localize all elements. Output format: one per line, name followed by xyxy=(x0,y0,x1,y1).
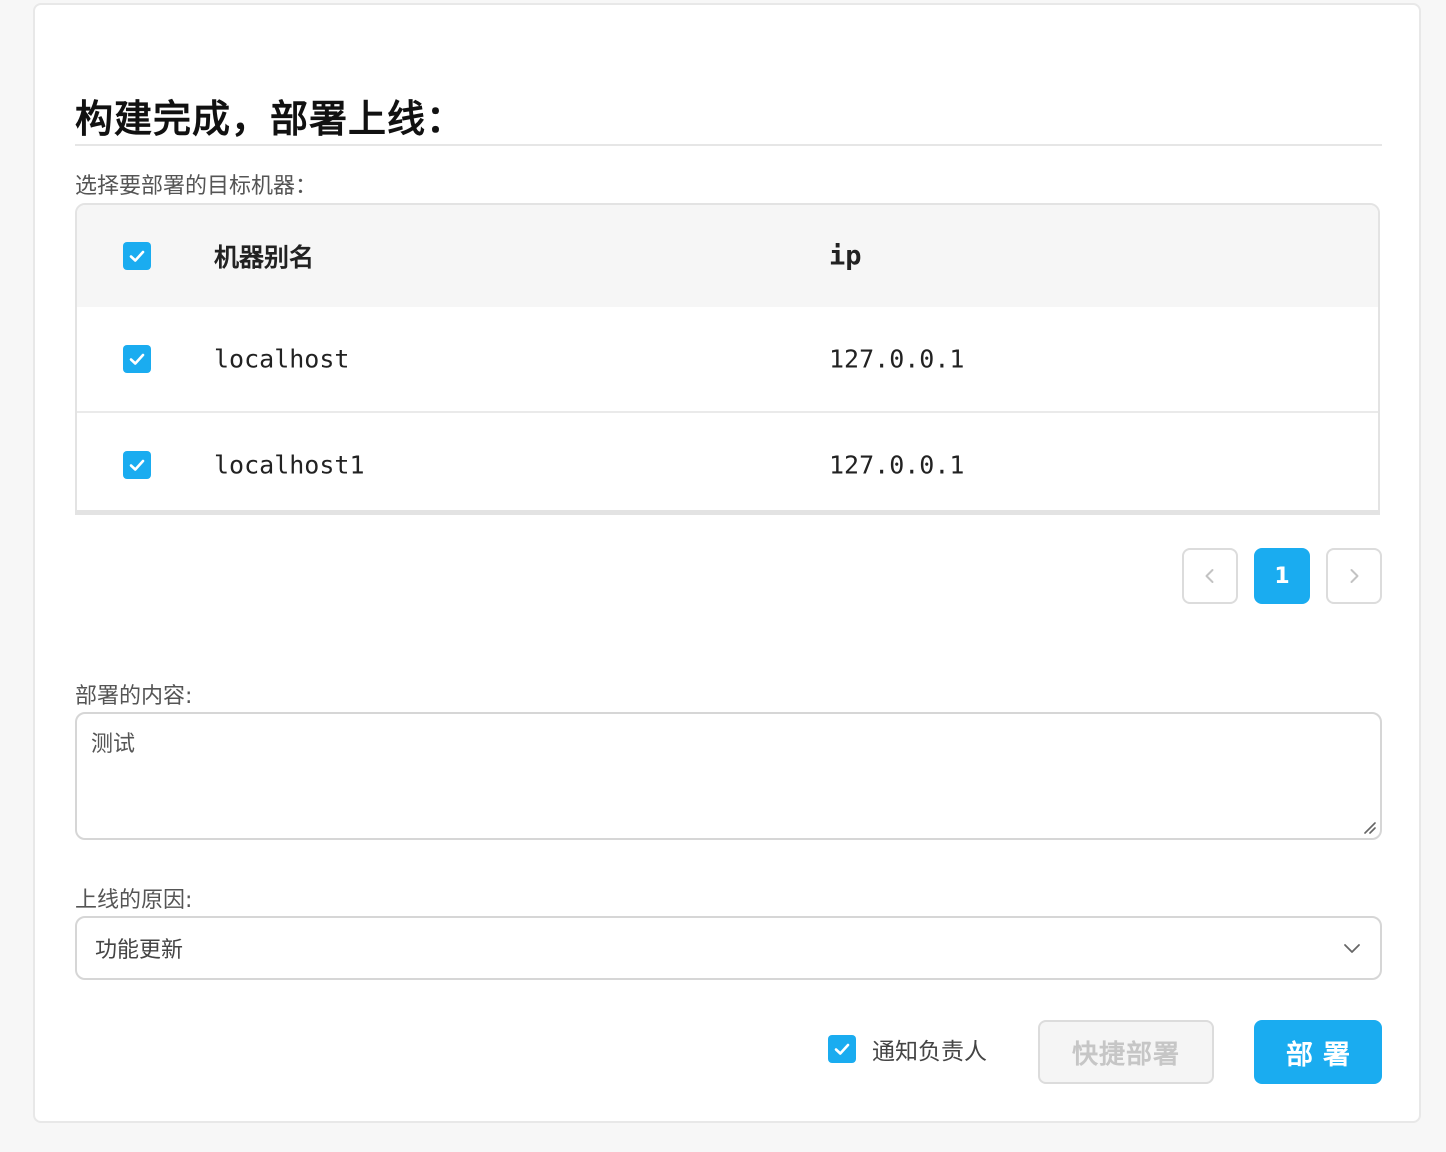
deploy-content-label: 部署的内容: xyxy=(75,684,193,709)
pagination-page-button[interactable]: 1 xyxy=(1254,548,1310,604)
chevron-right-icon xyxy=(1350,569,1359,583)
check-icon xyxy=(834,1043,850,1055)
title-divider xyxy=(75,144,1382,146)
chevron-down-icon xyxy=(1344,944,1360,953)
column-header-ip[interactable]: ip xyxy=(829,241,862,272)
pagination-next-button[interactable] xyxy=(1326,548,1382,604)
machine-name: localhost xyxy=(214,344,350,373)
table-header: 机器别名 ip xyxy=(77,205,1378,307)
check-icon xyxy=(129,459,145,471)
check-icon xyxy=(129,250,145,262)
table-row[interactable]: localhost 127.0.0.1 xyxy=(77,307,1378,410)
select-all-checkbox[interactable] xyxy=(123,242,151,270)
check-icon xyxy=(129,353,145,365)
notify-owner-label[interactable]: 通知负责人 xyxy=(872,1032,987,1066)
machine-ip: 127.0.0.1 xyxy=(829,344,965,373)
chevron-left-icon xyxy=(1205,569,1214,583)
row-checkbox[interactable] xyxy=(123,450,151,479)
deploy-content-textarea[interactable]: 测试 xyxy=(75,712,1382,840)
machine-name: localhost1 xyxy=(214,450,365,479)
target-machines-label: 选择要部署的目标机器： xyxy=(75,174,318,199)
row-checkbox[interactable] xyxy=(123,344,151,373)
release-reason-value: 功能更新 xyxy=(95,938,184,963)
resize-grip-icon[interactable] xyxy=(1362,820,1376,834)
notify-owner-checkbox[interactable] xyxy=(828,1035,856,1063)
table-bottom-border xyxy=(77,510,1378,513)
pagination-prev-button[interactable] xyxy=(1182,548,1238,604)
machine-table: 机器别名 ip localhost 127.0.0.1 localhost1 1… xyxy=(75,203,1380,515)
page-title: 构建完成，部署上线： xyxy=(75,97,466,141)
machine-ip: 127.0.0.1 xyxy=(829,450,965,479)
deploy-button[interactable]: 部署 xyxy=(1254,1020,1382,1084)
column-header-name[interactable]: 机器别名 xyxy=(214,238,314,274)
release-reason-label: 上线的原因: xyxy=(75,888,193,913)
deploy-content-value: 测试 xyxy=(91,732,136,757)
release-reason-select[interactable]: 功能更新 xyxy=(75,916,1382,980)
table-row[interactable]: localhost1 127.0.0.1 xyxy=(77,411,1378,513)
quick-deploy-button[interactable]: 快捷部署 xyxy=(1038,1020,1214,1084)
